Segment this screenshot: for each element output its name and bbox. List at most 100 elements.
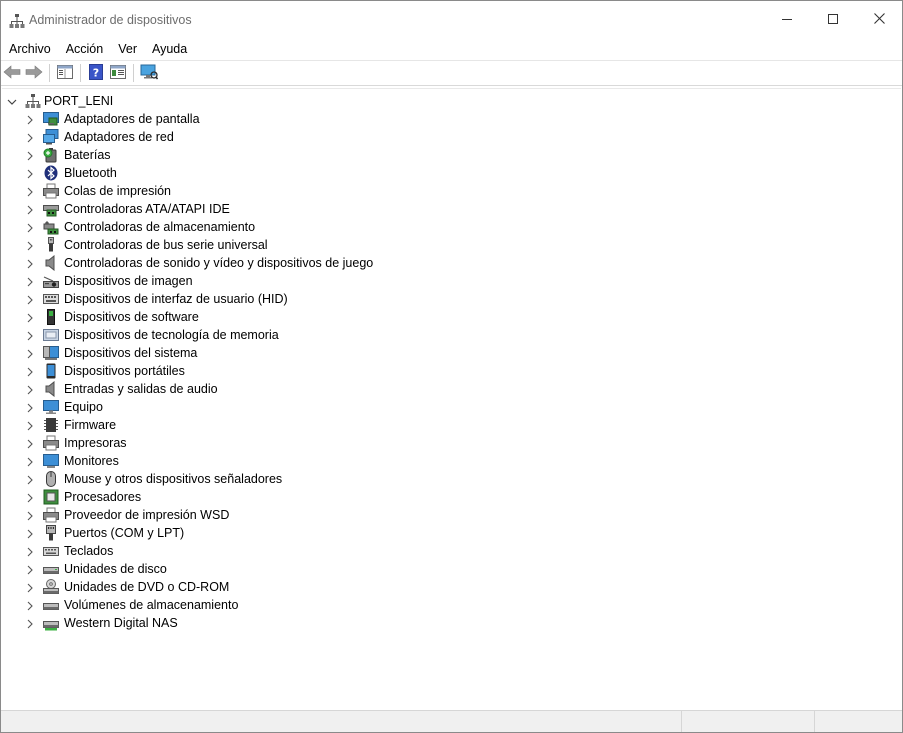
tree-item-label: Controladoras de sonido y vídeo y dispos… (64, 256, 374, 270)
tree-item-monitores[interactable]: Monitores (2, 452, 602, 470)
scan-hardware-button[interactable] (138, 63, 160, 83)
tree-item-label: Dispositivos de tecnología de memoria (64, 328, 279, 342)
chevron-right-icon[interactable] (26, 168, 34, 182)
usb-icon (43, 237, 59, 253)
chevron-right-icon[interactable] (26, 582, 34, 596)
show-hide-console-button[interactable] (107, 63, 129, 83)
tree-item-equipo[interactable]: Equipo (2, 398, 602, 416)
ide-controller-icon (43, 201, 59, 217)
tree-item-dispositivos-portatiles[interactable]: Dispositivos portátiles (2, 362, 602, 380)
tree-item-dispositivos-hid[interactable]: Dispositivos de interfaz de usuario (HID… (2, 290, 602, 308)
tree-item-adaptadores-de-pantalla[interactable]: Adaptadores de pantalla (2, 110, 602, 128)
chevron-right-icon[interactable] (26, 402, 34, 416)
chevron-right-icon[interactable] (26, 420, 34, 434)
tree-item-label: Volúmenes de almacenamiento (64, 598, 239, 612)
tree-item-label: Colas de impresión (64, 184, 171, 198)
chevron-right-icon[interactable] (26, 528, 34, 542)
disk-drive-icon (43, 561, 59, 577)
tree-item-unidades-de-disco[interactable]: Unidades de disco (2, 560, 602, 578)
chevron-right-icon[interactable] (26, 618, 34, 632)
chevron-right-icon[interactable] (26, 438, 34, 452)
tree-item-label: Adaptadores de pantalla (64, 112, 200, 126)
audio-io-icon (43, 380, 59, 398)
tree-item-volumenes-de-almacenamiento[interactable]: Volúmenes de almacenamiento (2, 596, 602, 614)
tree-item-puertos-com-y-lpt[interactable]: Puertos (COM y LPT) (2, 524, 602, 542)
chevron-right-icon[interactable] (26, 330, 34, 344)
chevron-right-icon[interactable] (26, 150, 34, 164)
chevron-right-icon[interactable] (26, 294, 34, 308)
chevron-right-icon[interactable] (26, 564, 34, 578)
tree-item-western-digital-nas[interactable]: Western Digital NAS (2, 614, 602, 632)
status-pane-secondary (682, 711, 815, 732)
tree-item-dispositivos-de-imagen[interactable]: Dispositivos de imagen (2, 272, 602, 290)
menu-archivo[interactable]: Archivo (1, 39, 58, 58)
device-category-list: Adaptadores de pantalla Adaptadores de r… (2, 110, 602, 632)
back-button[interactable] (1, 63, 23, 83)
menu-ayuda[interactable]: Ayuda (144, 39, 194, 58)
menu-ver[interactable]: Ver (110, 39, 144, 58)
tree-item-controladoras-de-almacenamiento[interactable]: Controladoras de almacenamiento (2, 218, 602, 236)
chevron-right-icon[interactable] (26, 348, 34, 362)
title-bar[interactable]: Administrador de dispositivos (1, 1, 902, 39)
tree-item-entradas-y-salidas-de-audio[interactable]: Entradas y salidas de audio (2, 380, 602, 398)
tree-item-adaptadores-de-red[interactable]: Adaptadores de red (2, 128, 602, 146)
chevron-down-icon[interactable] (7, 96, 17, 110)
chevron-right-icon[interactable] (26, 366, 34, 380)
minimize-icon (782, 13, 792, 27)
tree-item-controladoras-de-bus-serie-universal[interactable]: Controladoras de bus serie universal (2, 236, 602, 254)
tree-item-unidades-de-dvd-o-cd-rom[interactable]: Unidades de DVD o CD-ROM (2, 578, 602, 596)
tree-item-label: Adaptadores de red (64, 130, 174, 144)
tree-item-impresoras[interactable]: Impresoras (2, 434, 602, 452)
help-button[interactable]: ? (85, 63, 107, 83)
chevron-right-icon[interactable] (26, 114, 34, 128)
tree-item-controladoras-ata-atapi-ide[interactable]: Controladoras ATA/ATAPI IDE (2, 200, 602, 218)
keyboard-icon (43, 543, 59, 559)
tree-item-dispositivos-de-software[interactable]: Dispositivos de software (2, 308, 602, 326)
menu-bar: Archivo Acción Ver Ayuda (1, 39, 902, 59)
tree-item-dispositivos-de-tecnologia-de-memoria[interactable]: Dispositivos de tecnología de memoria (2, 326, 602, 344)
chevron-right-icon[interactable] (26, 132, 34, 146)
battery-icon (43, 147, 59, 163)
properties-button[interactable] (54, 63, 76, 83)
chevron-right-icon[interactable] (26, 456, 34, 470)
tree-item-baterias[interactable]: Baterías (2, 146, 602, 164)
chevron-right-icon[interactable] (26, 204, 34, 218)
tree-item-dispositivos-del-sistema[interactable]: Dispositivos del sistema (2, 344, 602, 362)
tree-item-firmware[interactable]: Firmware (2, 416, 602, 434)
chevron-right-icon[interactable] (26, 474, 34, 488)
minimize-button[interactable] (764, 1, 810, 39)
chevron-right-icon[interactable] (26, 384, 34, 398)
chevron-right-icon[interactable] (26, 186, 34, 200)
chevron-right-icon[interactable] (26, 312, 34, 326)
tree-item-mouse[interactable]: Mouse y otros dispositivos señaladores (2, 470, 602, 488)
processor-icon (43, 489, 59, 505)
chevron-right-icon[interactable] (26, 510, 34, 524)
bluetooth-icon (43, 165, 59, 181)
maximize-button[interactable] (810, 1, 856, 39)
tree-item-controladoras-de-sonido[interactable]: Controladoras de sonido y vídeo y dispos… (2, 254, 602, 272)
tree-item-colas-de-impresion[interactable]: Colas de impresión (2, 182, 602, 200)
chevron-right-icon[interactable] (26, 600, 34, 614)
tree-item-procesadores[interactable]: Procesadores (2, 488, 602, 506)
firmware-chip-icon (43, 417, 59, 433)
chevron-right-icon[interactable] (26, 222, 34, 236)
tree-item-bluetooth[interactable]: Bluetooth (2, 164, 602, 182)
tree-item-label: Baterías (64, 148, 111, 162)
tree-item-label: Puertos (COM y LPT) (64, 526, 185, 540)
toolbar-separator (80, 64, 81, 82)
chevron-right-icon[interactable] (26, 258, 34, 272)
display-adapter-icon (43, 111, 59, 127)
menu-accion[interactable]: Acción (58, 39, 111, 58)
wsd-printer-icon (43, 507, 59, 523)
tree-item-teclados[interactable]: Teclados (2, 542, 602, 560)
chevron-right-icon[interactable] (26, 276, 34, 290)
network-adapter-icon (43, 129, 59, 145)
device-tree[interactable]: PORT_LENI Adaptadores de pantalla Adapta… (2, 88, 901, 710)
close-button[interactable] (856, 1, 902, 39)
chevron-right-icon[interactable] (26, 546, 34, 560)
tree-item-proveedor-de-impresion-wsd[interactable]: Proveedor de impresión WSD (2, 506, 602, 524)
chevron-right-icon[interactable] (26, 492, 34, 506)
forward-button[interactable] (23, 63, 45, 83)
chevron-right-icon[interactable] (26, 240, 34, 254)
window-title: Administrador de dispositivos (29, 13, 192, 27)
